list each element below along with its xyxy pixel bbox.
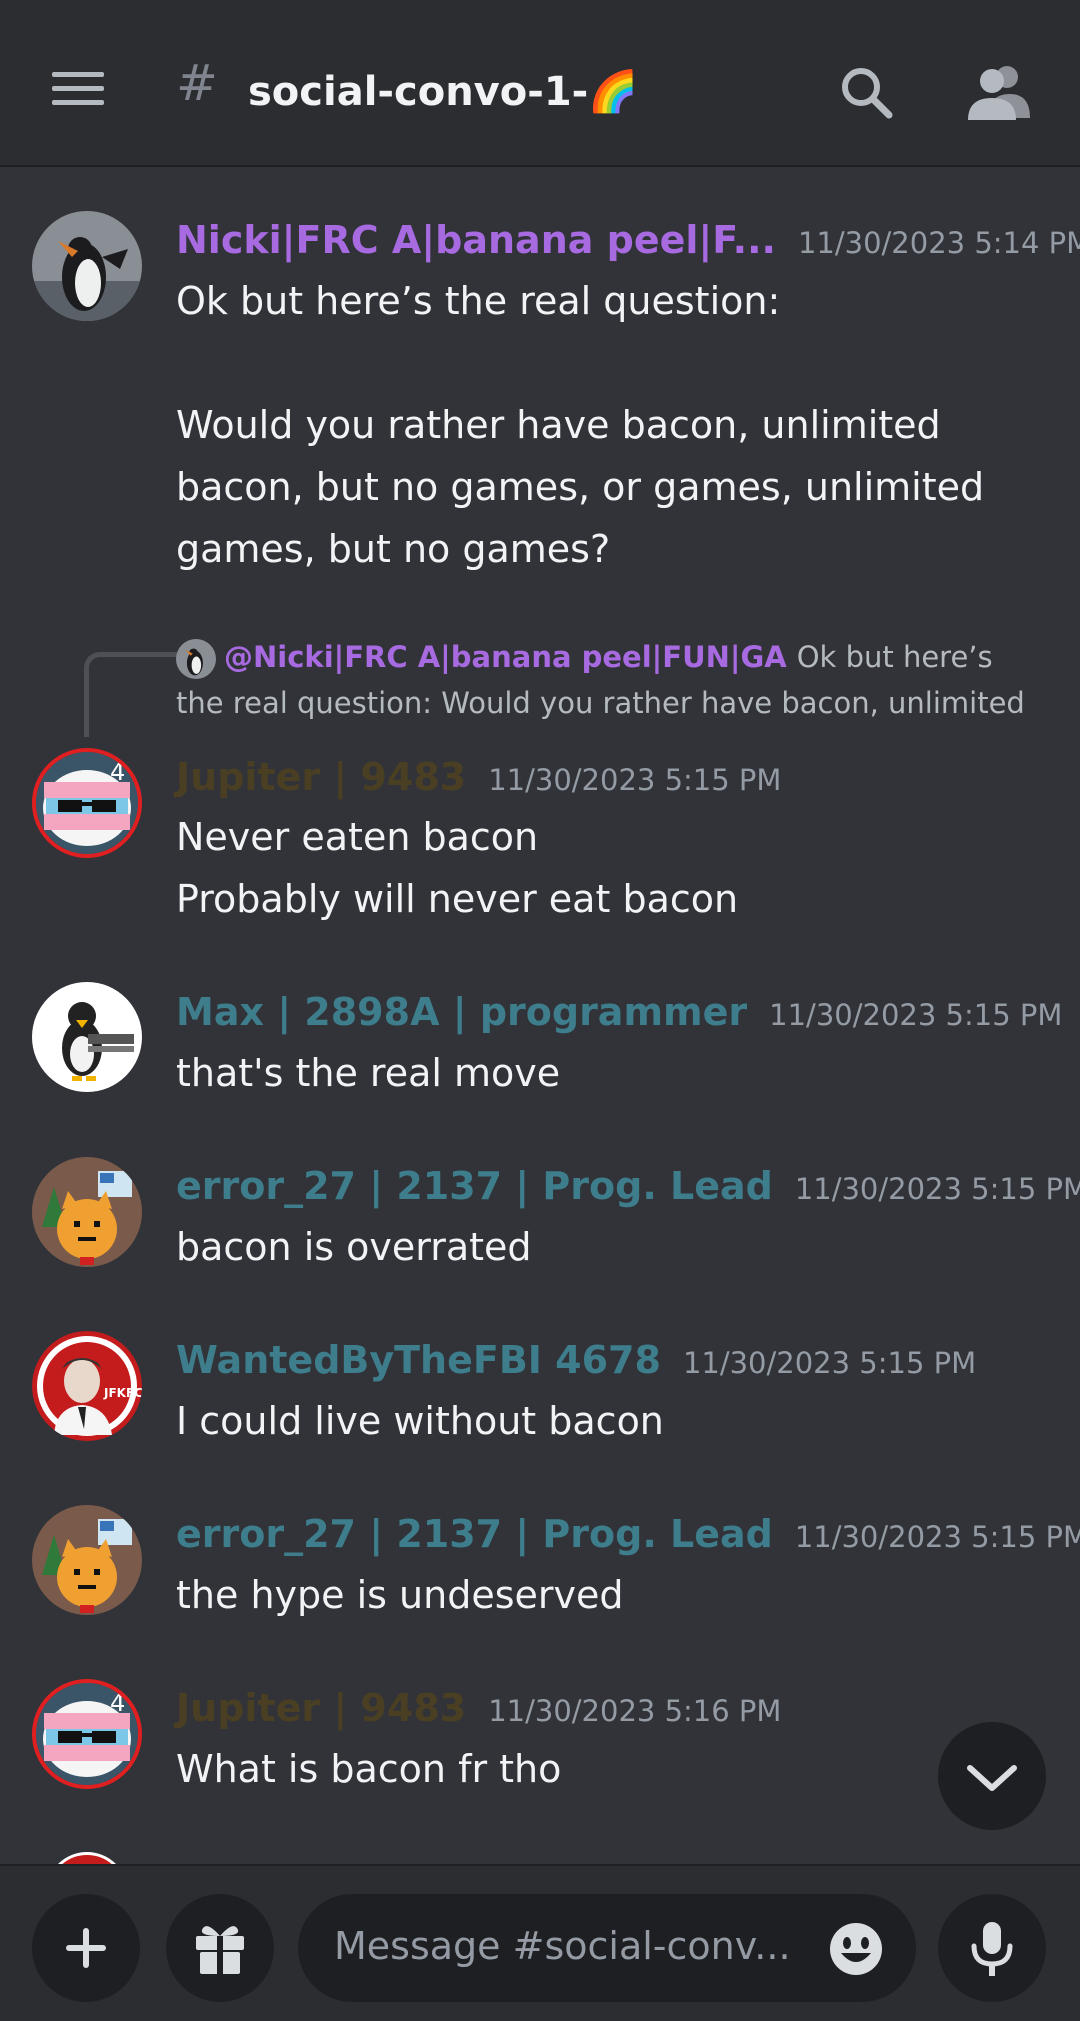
timestamp: 11/30/2023 5:14 PM [797,226,1080,260]
svg-text:4: 4 [110,1689,125,1717]
message-text: that's the real move [176,1051,561,1095]
channel-hash-icon: # [176,54,218,112]
reply-username[interactable]: @Nicki|FRC A|banana peel|FUN|GA [224,640,787,674]
username[interactable]: error_27 | 2137 | Prog. Lead [176,1512,773,1556]
username[interactable]: Jupiter | 9483 [176,1686,466,1730]
avatar[interactable] [32,982,142,1092]
reply-preview[interactable]: @Nicki|FRC A|banana peel|FUN|GA Ok but he… [176,634,1026,726]
voice-message-button[interactable] [938,1894,1046,2002]
message-text: I could live without bacon [176,1399,664,1443]
jump-to-bottom-button[interactable] [938,1722,1046,1830]
hamburger-menu-icon[interactable] [52,72,104,110]
timestamp: 11/30/2023 5:15 PM [488,763,782,797]
svg-text:4: 4 [110,758,125,786]
gift-button[interactable] [166,1894,274,2002]
message-text: the hype is undeserved [176,1573,624,1617]
message-text: What is bacon fr tho [176,1747,562,1791]
add-attachment-button[interactable] [32,1894,140,2002]
microphone-icon [971,1922,1013,1976]
members-icon[interactable] [966,62,1030,120]
avatar[interactable]: 4 [32,748,142,858]
timestamp: 11/30/2023 5:15 PM [794,1172,1080,1206]
timestamp: 11/30/2023 5:15 PM [682,1346,977,1380]
username[interactable]: WantedByTheFBI 4678 [176,1338,661,1382]
timestamp: 11/30/2023 5:15 PM [769,998,1063,1032]
avatar-partial [46,1852,128,1864]
reply-connector [84,652,181,737]
avatar[interactable]: 4 [32,1679,142,1789]
avatar[interactable] [32,1157,142,1267]
message-input-placeholder: Message #social-conv... [334,1924,791,1968]
message-text: Ok but here’s the real question: Would y… [176,279,985,571]
username[interactable]: error_27 | 2137 | Prog. Lead [176,1164,773,1208]
username[interactable]: Max | 2898A | programmer [176,990,747,1034]
avatar-logo-text: JFKFC [103,1386,142,1400]
timestamp: 11/30/2023 5:15 PM [794,1520,1080,1554]
chevron-down-icon [967,1765,1017,1791]
username[interactable]: Jupiter | 9483 [176,755,466,799]
avatar[interactable]: JFKFC [32,1331,142,1441]
message-text: Never eaten bacon Probably will never ea… [176,815,739,921]
message-text: bacon is overrated [176,1225,532,1269]
search-icon[interactable] [838,64,894,120]
message-input[interactable]: Message #social-conv... [298,1894,916,2002]
gift-icon [196,1926,244,1974]
reply-avatar [176,639,216,679]
message-composer: Message #social-conv... [0,1864,1080,2021]
emoji-icon[interactable] [828,1921,884,1977]
username[interactable]: Nicki|FRC A|banana peel|F... [176,218,776,262]
avatar[interactable] [32,211,142,321]
channel-header: # social-convo-1-🌈 [0,0,1080,167]
avatar[interactable] [32,1505,142,1615]
channel-title[interactable]: social-convo-1-🌈 [248,68,638,116]
timestamp: 11/30/2023 5:16 PM [488,1694,782,1728]
plus-icon [66,1928,106,1968]
